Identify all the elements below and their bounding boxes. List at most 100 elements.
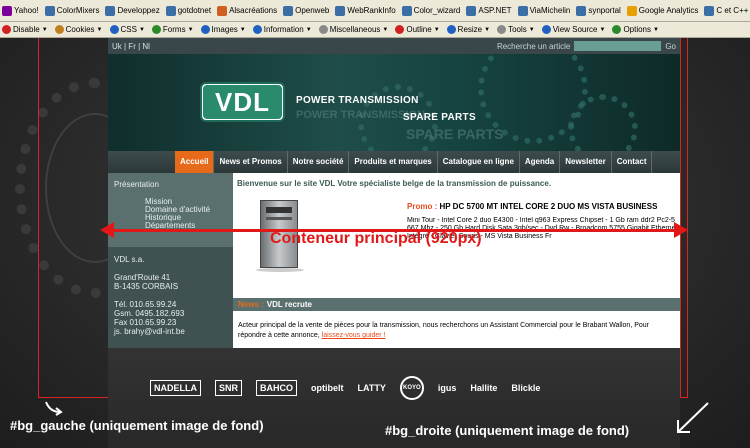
devtools-menu[interactable]: Images ▼ (200, 25, 246, 34)
bookmark-item[interactable]: Openweb (283, 5, 329, 16)
devtools-menu[interactable]: Information ▼ (252, 25, 312, 34)
tagline-ghost: SPARE PARTS (406, 126, 504, 142)
bookmark-item[interactable]: synportal (576, 5, 621, 16)
nav-item[interactable]: Catalogue en ligne (438, 151, 520, 173)
bookmark-label: ViaMichelin (529, 6, 571, 15)
language-links[interactable]: Uk | Fr | Nl (112, 42, 150, 51)
devtools-label: View Source (552, 25, 598, 34)
news-text: Acteur principal de la vente de pièces p… (238, 321, 678, 341)
resize-icon (446, 25, 456, 34)
address-line: Grand'Route 41 (114, 273, 171, 282)
devtools-label: Disable (13, 25, 40, 34)
bookmark-label: C et C++ ! (716, 6, 750, 15)
bookmark-item[interactable]: Google Analytics (626, 5, 698, 16)
bookmark-item[interactable]: C et C++ ! (704, 5, 750, 16)
devtools-menu[interactable]: Tools ▼ (497, 25, 535, 34)
bg-right-caption: #bg_droite (uniquement image de fond) (385, 423, 630, 438)
contact-phone: Tél. 010.65.99.24 (114, 300, 177, 309)
address-line: B-1435 CORBAIS (114, 282, 179, 291)
contact-email[interactable]: js. brahy@vdl-int.be (108, 327, 233, 336)
vdl-logo[interactable]: VDL (200, 82, 285, 122)
google-icon (626, 5, 637, 16)
bookmark-label: WebRankInfo (347, 6, 396, 15)
dropdown-arrow-icon: ▼ (528, 26, 535, 33)
news-title[interactable]: VDL recrute (267, 300, 312, 309)
arrow-head-right (674, 222, 688, 238)
partner-logo[interactable]: KOYO (399, 376, 424, 400)
page-icon (165, 5, 176, 16)
nav-item[interactable]: Produits et marques (349, 151, 438, 173)
partner-logo[interactable]: NADELLA (150, 380, 201, 396)
devtools-menu[interactable]: Resize ▼ (446, 25, 491, 34)
dropdown-arrow-icon: ▼ (239, 26, 246, 33)
devtools-label: Forms (162, 25, 186, 34)
dropdown-arrow-icon: ▼ (305, 26, 312, 33)
dropdown-arrow-icon: ▼ (484, 26, 491, 33)
devtools-menu[interactable]: Options ▼ (612, 25, 659, 34)
devtools-menu[interactable]: Cookies ▼ (54, 25, 103, 34)
bookmark-item[interactable]: Developpez (105, 5, 160, 16)
sidebar-heading[interactable]: Présentation (108, 173, 233, 189)
nav-item[interactable]: Notre société (288, 151, 350, 173)
tagline-spare-parts: SPARE PARTS (403, 112, 476, 123)
images-icon (200, 25, 210, 34)
promo-label: Promo : (407, 202, 438, 211)
dropdown-arrow-icon: ▼ (599, 26, 606, 33)
misc-icon (318, 25, 328, 34)
bookmark-item[interactable]: gotdotnet (165, 5, 211, 16)
nav-item[interactable]: News et Promos (214, 151, 288, 173)
bookmark-item[interactable]: WebRankInfo (335, 5, 396, 16)
page-icon (576, 5, 587, 16)
nav-item[interactable]: Contact (612, 151, 653, 173)
devtools-menu[interactable]: Forms ▼ (151, 25, 194, 34)
nav-item[interactable]: Agenda (520, 151, 561, 173)
bookmark-item[interactable]: Color_wizard (401, 5, 460, 16)
promo-desc-line: Mini Tour - Intel Core 2 duo E4300 - Int… (407, 217, 675, 224)
header-banner: VDL POWER TRANSMISSION POWER TRANSMISSIO… (108, 54, 680, 151)
bookmark-item[interactable]: Alsacréations (217, 5, 277, 16)
news-link[interactable]: laissez-vous guider ! (322, 332, 386, 339)
devtools-label: Options (623, 25, 652, 34)
bookmarks-toolbar: Yahoo! ColorMixers Developpez gotdotnet Alsa… (0, 0, 750, 22)
search-input[interactable] (574, 41, 662, 51)
welcome-heading: Bienvenue sur le site VDL Votre spéciali… (237, 179, 552, 188)
bookmark-label: synportal (588, 6, 621, 15)
partner-logo[interactable]: LATTY (358, 383, 386, 393)
devtools-menu[interactable]: CSS ▼ (109, 25, 145, 34)
nav-item[interactable]: Newsletter (560, 151, 612, 173)
bookmark-item[interactable]: ViaMichelin (517, 5, 571, 16)
search-area: Recherche un article Go (497, 41, 676, 51)
arrow-head-left (100, 222, 114, 238)
page-icon (335, 5, 346, 16)
dropdown-arrow-icon: ▼ (653, 26, 659, 33)
bg-left-guide (38, 38, 110, 398)
devtools-menu[interactable]: View Source ▼ (541, 25, 606, 34)
partner-logo[interactable]: igus (438, 383, 457, 393)
partner-logo[interactable]: Hallite (470, 383, 497, 393)
dropdown-arrow-icon: ▼ (187, 26, 194, 33)
bookmark-item[interactable]: Yahoo! (2, 5, 39, 16)
partner-logo[interactable]: optibelt (311, 383, 344, 393)
search-go-button[interactable]: Go (665, 42, 676, 51)
search-label: Recherche un article (496, 41, 571, 51)
company-name: VDL s.a. (114, 255, 145, 264)
devtools-menu[interactable]: Disable ▼ (2, 25, 48, 34)
nav-item[interactable]: Accueil (175, 151, 215, 173)
partner-logo[interactable]: BAHCO (256, 380, 298, 396)
devtools-menu[interactable]: Outline ▼ (395, 25, 440, 34)
promo-title[interactable]: HP DC 5700 MT INTEL CORE 2 DUO MS VISTA … (439, 202, 657, 211)
container-width-label: Conteneur principal (920px) (270, 230, 482, 247)
bookmark-label: Yahoo! (14, 6, 39, 15)
bookmark-item[interactable]: ASP.NET (466, 5, 512, 16)
devtools-label: Resize (457, 25, 483, 34)
devtools-menu[interactable]: Miscellaneous ▼ (318, 25, 389, 34)
devtools-label: Information (263, 25, 304, 34)
page-icon (283, 5, 294, 16)
promo-heading: Promo : HP DC 5700 MT INTEL CORE 2 DUO M… (407, 202, 657, 211)
forms-icon (151, 25, 161, 34)
dropdown-arrow-icon: ▼ (382, 26, 389, 33)
bookmark-item[interactable]: ColorMixers (44, 5, 99, 16)
partner-logo[interactable]: SNR (215, 380, 243, 396)
partner-logo[interactable]: Blickle (511, 383, 540, 393)
page-icon (105, 5, 116, 16)
